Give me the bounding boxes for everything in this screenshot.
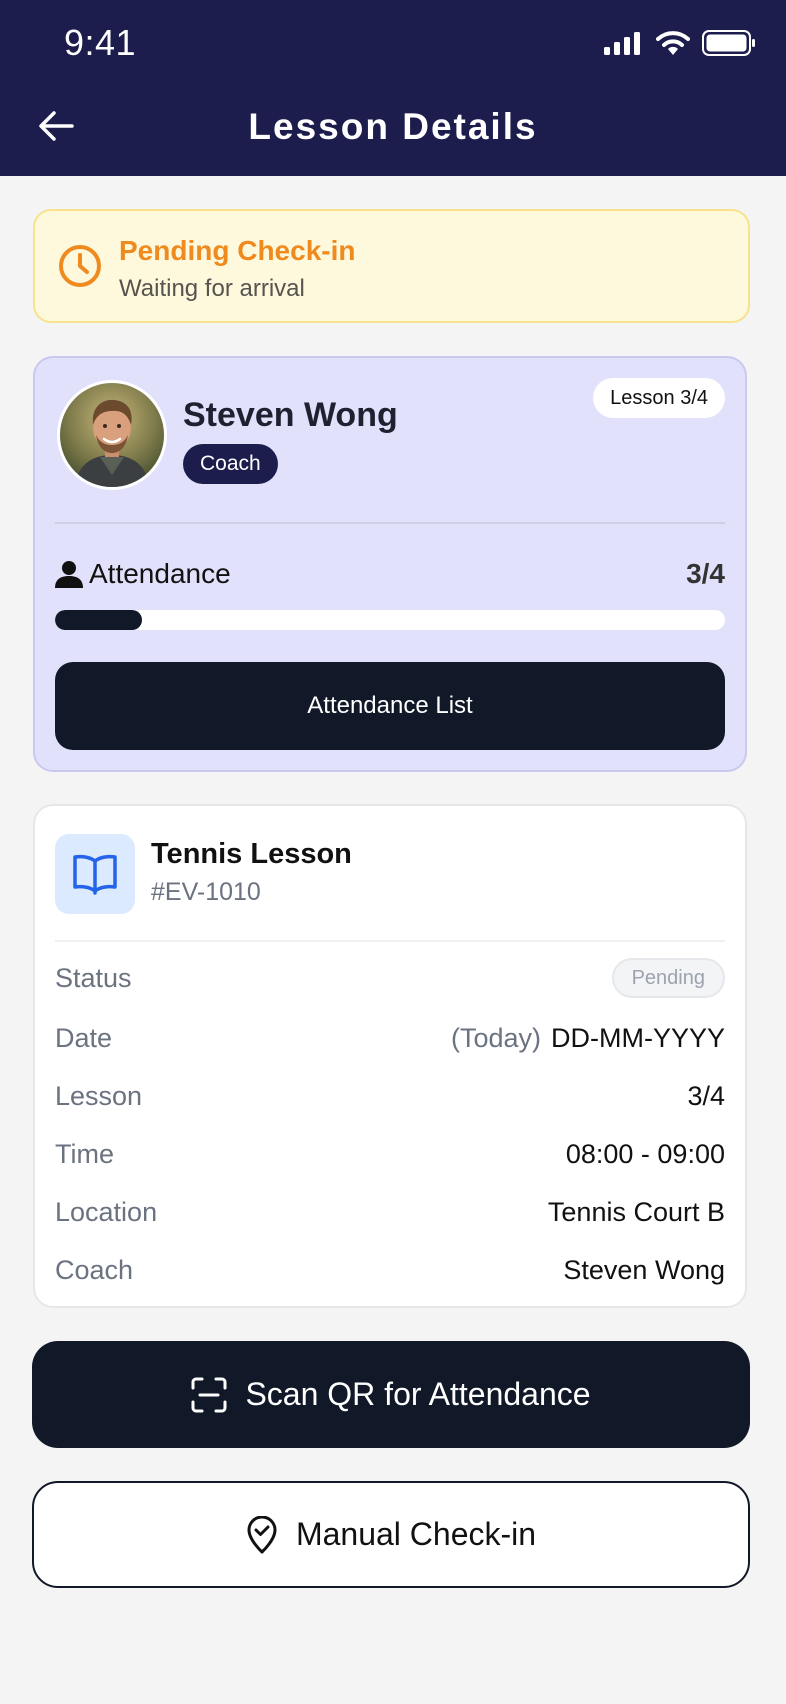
detail-row-coach: Coach Steven Wong <box>55 1250 725 1290</box>
book-open-icon <box>73 854 117 895</box>
detail-value: Steven Wong <box>563 1254 725 1285</box>
lesson-divider <box>55 940 725 942</box>
detail-row-date: Date (Today) DD-MM-YYYY <box>55 1018 725 1058</box>
status-bar-icons <box>604 30 756 56</box>
manual-checkin-label: Manual Check-in <box>295 1516 537 1552</box>
attendance-list-button[interactable]: Attendance List <box>55 662 725 750</box>
detail-value: 08:00 - 09:00 <box>565 1138 725 1169</box>
lesson-progress-badge: Lesson 3/4 <box>593 378 725 418</box>
attendance-label: Attendance <box>89 558 231 589</box>
card-divider <box>55 522 725 524</box>
detail-label: Status <box>55 962 132 993</box>
detail-label: Date <box>55 1022 113 1053</box>
user-icon <box>55 561 83 588</box>
wifi-icon <box>656 31 690 55</box>
detail-label: Time <box>55 1138 114 1169</box>
detail-row-status: Status Pending <box>55 958 725 998</box>
detail-value: Tennis Court B <box>547 1196 725 1227</box>
clock-icon <box>59 245 101 287</box>
date-today-prefix: (Today) <box>450 1022 541 1053</box>
pending-checkin-banner: Pending Check-in Waiting for arrival <box>33 209 750 323</box>
coach-name: Steven Wong <box>183 396 398 434</box>
qr-scan-icon <box>191 1377 227 1412</box>
attendance-progress-fill <box>55 610 143 630</box>
date-value: DD-MM-YYYY <box>551 1022 725 1053</box>
app-header: 9:41 Lesson Details <box>0 0 786 176</box>
lesson-code: #EV-1010 <box>151 878 261 906</box>
signal-icon <box>604 32 640 55</box>
status-bar-time: 9:41 <box>64 22 137 63</box>
detail-row-time: Time 08:00 - 09:00 <box>55 1134 725 1174</box>
coach-avatar <box>57 380 167 490</box>
attendance-row: Attendance 3/4 <box>55 556 725 592</box>
detail-row-location: Location Tennis Court B <box>55 1192 725 1232</box>
status-badge: Pending <box>611 958 725 998</box>
role-badge: Coach <box>183 444 278 484</box>
detail-label: Location <box>55 1196 158 1227</box>
attendance-progress-bar <box>55 610 725 630</box>
battery-icon <box>702 30 755 56</box>
detail-label: Coach <box>55 1254 134 1285</box>
attendance-count: 3/4 <box>686 558 725 589</box>
pending-title: Pending Check-in <box>119 235 356 266</box>
detail-value: 3/4 <box>687 1080 725 1111</box>
pending-subtitle: Waiting for arrival <box>119 275 305 302</box>
detail-value: (Today) DD-MM-YYYY <box>451 1023 725 1054</box>
coach-card: Steven Wong Coach Lesson 3/4 Attendance … <box>33 356 747 772</box>
scan-qr-button[interactable]: Scan QR for Attendance <box>32 1341 750 1448</box>
manual-checkin-button[interactable]: Manual Check-in <box>32 1481 750 1588</box>
detail-label: Lesson <box>55 1080 143 1111</box>
lesson-title: Tennis Lesson <box>151 838 352 870</box>
detail-row-lesson: Lesson 3/4 <box>55 1076 725 1116</box>
lesson-info-card: Tennis Lesson #EV-1010 Status Pending Da… <box>33 804 747 1308</box>
location-check-icon <box>247 1515 277 1553</box>
page-title: Lesson Details <box>248 106 538 147</box>
lesson-icon-box <box>55 834 135 914</box>
scan-qr-label: Scan QR for Attendance <box>245 1376 591 1412</box>
